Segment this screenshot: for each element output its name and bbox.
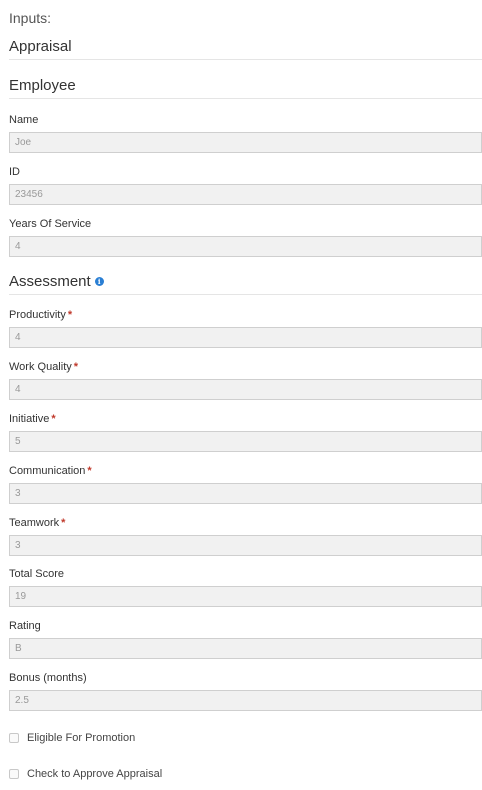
id-label: ID	[9, 166, 20, 178]
approve-appraisal-checkbox[interactable]	[9, 769, 19, 779]
work-quality-label-text: Work Quality	[9, 361, 72, 373]
years-of-service-field[interactable]	[9, 236, 482, 257]
assessment-section-title: Assessment i	[9, 272, 482, 295]
teamwork-field[interactable]	[9, 535, 482, 556]
communication-label-text: Communication	[9, 465, 86, 477]
employee-section-title: Employee	[9, 76, 482, 99]
total-score-label: Total Score	[9, 568, 65, 580]
required-marker: *	[67, 309, 73, 321]
eligible-for-promotion-label: Eligible For Promotion	[27, 732, 136, 744]
required-marker: *	[61, 517, 66, 529]
bonus-months-field[interactable]	[9, 690, 482, 711]
total-score-field[interactable]	[9, 586, 482, 607]
communication-label: Communication *	[9, 465, 92, 477]
name-label: Name	[9, 114, 39, 126]
teamwork-label: Teamwork *	[9, 517, 65, 529]
initiative-label-text: Initiative	[9, 413, 50, 425]
required-marker: *	[87, 465, 92, 477]
bonus-months-label: Bonus (months)	[9, 672, 87, 684]
required-marker: *	[51, 413, 56, 425]
inputs-heading: Inputs:	[9, 10, 52, 26]
productivity-field[interactable]	[9, 327, 482, 348]
required-marker: *	[73, 361, 79, 373]
assessment-title-text: Assessment	[9, 273, 91, 290]
approve-appraisal-row[interactable]: Check to Approve Appraisal	[9, 767, 162, 781]
years-of-service-label: Years Of Service	[9, 218, 92, 230]
productivity-label-text: Productivity	[9, 309, 66, 321]
appraisal-section-title: Appraisal	[9, 37, 482, 60]
work-quality-label: Work Quality *	[9, 361, 78, 373]
teamwork-label-text: Teamwork	[9, 517, 60, 529]
name-field[interactable]	[9, 132, 482, 153]
eligible-for-promotion-checkbox[interactable]	[9, 733, 19, 743]
eligible-for-promotion-row[interactable]: Eligible For Promotion	[9, 731, 135, 745]
communication-field[interactable]	[9, 483, 482, 504]
rating-field[interactable]	[9, 638, 482, 659]
info-icon[interactable]: i	[94, 276, 104, 286]
work-quality-field[interactable]	[9, 379, 482, 400]
id-field[interactable]	[9, 184, 482, 205]
rating-label: Rating	[9, 620, 41, 632]
productivity-label: Productivity *	[9, 309, 72, 321]
initiative-field[interactable]	[9, 431, 482, 452]
initiative-label: Initiative *	[9, 413, 56, 425]
approve-appraisal-label: Check to Approve Appraisal	[27, 768, 163, 780]
